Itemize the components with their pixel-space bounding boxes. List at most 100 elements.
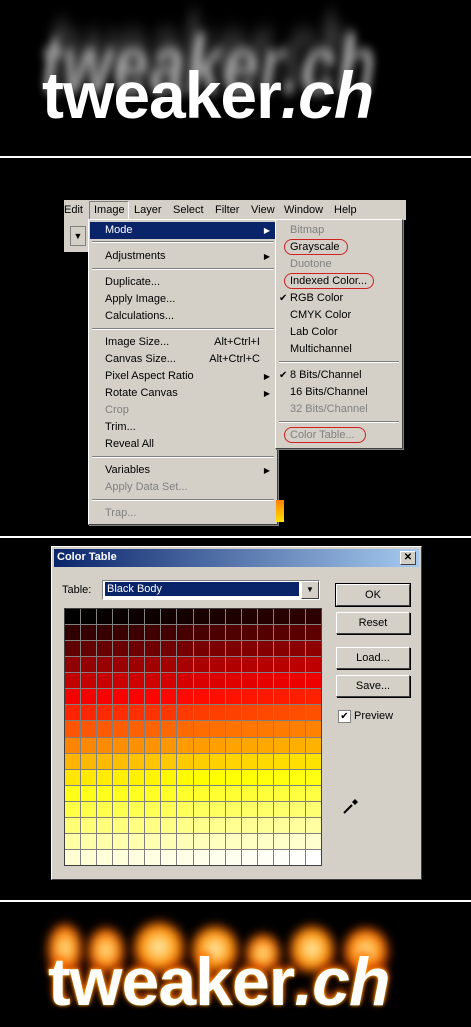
color-swatch[interactable] xyxy=(225,737,241,753)
color-swatch[interactable] xyxy=(241,753,257,769)
color-swatch[interactable] xyxy=(177,689,193,705)
color-swatch[interactable] xyxy=(193,641,209,657)
color-swatch[interactable] xyxy=(289,657,305,673)
color-swatch[interactable] xyxy=(305,817,321,833)
color-swatch[interactable] xyxy=(113,737,129,753)
preview-checkbox[interactable]: ✔ xyxy=(338,710,351,723)
color-swatch[interactable] xyxy=(289,609,305,625)
color-swatch[interactable] xyxy=(193,625,209,641)
color-swatch[interactable] xyxy=(161,721,177,737)
color-swatch[interactable] xyxy=(161,849,177,865)
color-swatch[interactable] xyxy=(129,721,145,737)
color-swatch[interactable] xyxy=(113,609,129,625)
color-swatch[interactable] xyxy=(209,657,225,673)
color-swatch[interactable] xyxy=(289,801,305,817)
color-swatch[interactable] xyxy=(193,737,209,753)
color-swatch[interactable] xyxy=(193,673,209,689)
color-swatch[interactable] xyxy=(113,657,129,673)
color-swatch[interactable] xyxy=(273,721,289,737)
color-swatch[interactable] xyxy=(113,753,129,769)
color-swatch[interactable] xyxy=(81,705,97,721)
color-swatch[interactable] xyxy=(145,625,161,641)
color-swatch[interactable] xyxy=(289,785,305,801)
menu-item-duplicate[interactable]: Duplicate... xyxy=(90,274,276,291)
color-swatch[interactable] xyxy=(241,705,257,721)
color-swatch[interactable] xyxy=(97,737,113,753)
color-swatch[interactable] xyxy=(113,769,129,785)
color-swatch[interactable] xyxy=(305,705,321,721)
color-swatch[interactable] xyxy=(177,785,193,801)
color-swatch[interactable] xyxy=(193,721,209,737)
color-swatch[interactable] xyxy=(81,737,97,753)
color-swatch[interactable] xyxy=(65,673,81,689)
reset-button[interactable]: Reset xyxy=(336,612,410,634)
color-swatch[interactable] xyxy=(129,705,145,721)
color-swatch[interactable] xyxy=(305,673,321,689)
color-swatch[interactable] xyxy=(65,705,81,721)
color-swatch[interactable] xyxy=(305,721,321,737)
color-swatch[interactable] xyxy=(97,705,113,721)
color-swatch[interactable] xyxy=(225,833,241,849)
menu-image[interactable]: Image xyxy=(89,201,129,221)
color-swatch[interactable] xyxy=(305,737,321,753)
color-swatch[interactable] xyxy=(81,657,97,673)
color-swatch[interactable] xyxy=(241,785,257,801)
ok-button[interactable]: OK xyxy=(335,583,411,607)
color-swatch[interactable] xyxy=(97,657,113,673)
color-swatch[interactable] xyxy=(305,609,321,625)
color-swatch[interactable] xyxy=(257,609,273,625)
menu-item-reveal-all[interactable]: Reveal All xyxy=(90,436,276,453)
color-swatch[interactable] xyxy=(65,769,81,785)
color-swatch[interactable] xyxy=(65,849,81,865)
color-swatch[interactable] xyxy=(97,625,113,641)
color-swatch[interactable] xyxy=(81,833,97,849)
color-swatch[interactable] xyxy=(113,833,129,849)
color-swatch[interactable] xyxy=(273,705,289,721)
color-swatch[interactable] xyxy=(193,801,209,817)
color-swatch[interactable] xyxy=(257,689,273,705)
color-swatch[interactable] xyxy=(177,737,193,753)
color-swatch[interactable] xyxy=(129,657,145,673)
color-swatch[interactable] xyxy=(225,753,241,769)
dialog-titlebar[interactable]: Color Table ✕ xyxy=(54,549,419,567)
color-swatch[interactable] xyxy=(289,849,305,865)
color-swatch[interactable] xyxy=(273,769,289,785)
color-swatch[interactable] xyxy=(257,625,273,641)
color-swatch[interactable] xyxy=(225,689,241,705)
mode-item-cmyk-color[interactable]: CMYK Color xyxy=(277,307,401,324)
color-swatch[interactable] xyxy=(241,609,257,625)
color-swatch[interactable] xyxy=(129,673,145,689)
menu-item-adjustments[interactable]: Adjustments ▶ xyxy=(90,248,276,265)
color-swatch[interactable] xyxy=(113,641,129,657)
color-swatch[interactable] xyxy=(161,785,177,801)
color-swatch[interactable] xyxy=(81,801,97,817)
menu-item-variables[interactable]: Variables ▶ xyxy=(90,462,276,479)
color-swatch[interactable] xyxy=(129,625,145,641)
color-swatch[interactable] xyxy=(177,849,193,865)
color-swatch-grid[interactable] xyxy=(64,608,322,866)
color-swatch[interactable] xyxy=(273,625,289,641)
color-swatch[interactable] xyxy=(97,769,113,785)
color-swatch[interactable] xyxy=(225,801,241,817)
color-swatch[interactable] xyxy=(113,849,129,865)
menu-view[interactable]: View xyxy=(251,204,275,216)
color-swatch[interactable] xyxy=(65,833,81,849)
color-swatch[interactable] xyxy=(145,849,161,865)
menu-help[interactable]: Help xyxy=(334,204,357,216)
color-swatch[interactable] xyxy=(161,705,177,721)
color-swatch[interactable] xyxy=(161,609,177,625)
color-swatch[interactable] xyxy=(129,753,145,769)
color-swatch[interactable] xyxy=(113,817,129,833)
color-swatch[interactable] xyxy=(97,801,113,817)
color-swatch[interactable] xyxy=(81,625,97,641)
color-swatch[interactable] xyxy=(289,769,305,785)
color-swatch[interactable] xyxy=(65,641,81,657)
color-swatch[interactable] xyxy=(209,817,225,833)
color-swatch[interactable] xyxy=(225,673,241,689)
color-swatch[interactable] xyxy=(177,625,193,641)
color-swatch[interactable] xyxy=(81,721,97,737)
color-swatch[interactable] xyxy=(241,737,257,753)
color-swatch[interactable] xyxy=(177,657,193,673)
color-swatch[interactable] xyxy=(225,705,241,721)
color-swatch[interactable] xyxy=(113,689,129,705)
